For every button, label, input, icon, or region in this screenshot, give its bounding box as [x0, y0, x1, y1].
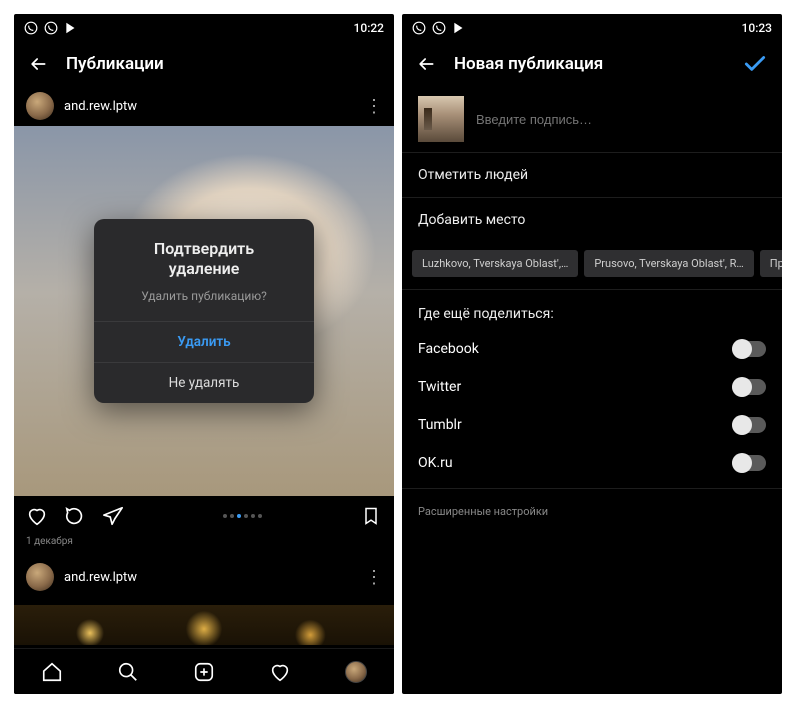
confirm-delete-dialog: Подтвердить удаление Удалить публикацию?… — [94, 219, 314, 403]
caption-row — [402, 86, 782, 153]
toggle-facebook[interactable] — [732, 341, 766, 357]
post-username[interactable]: and.rew.lptw — [64, 570, 355, 585]
dialog-message: Удалить публикацию? — [94, 283, 314, 321]
post-header: and.rew.lptw ⋮ — [14, 557, 394, 597]
share-also-label: Где ещё поделиться: — [402, 290, 782, 330]
toggle-okru[interactable] — [732, 455, 766, 471]
post-header: and.rew.lptw ⋮ — [14, 86, 394, 126]
share-target-label: Twitter — [418, 379, 461, 395]
carousel-dots — [223, 514, 262, 518]
post-more-icon[interactable]: ⋮ — [365, 567, 382, 588]
post-photo[interactable]: Подтвердить удаление Удалить публикацию?… — [14, 126, 394, 496]
share-row-facebook: Facebook — [402, 330, 782, 368]
confirm-check-icon[interactable] — [742, 51, 768, 77]
dialog-backdrop: Подтвердить удаление Удалить публикацию?… — [14, 126, 394, 496]
share-row-okru: OK.ru — [402, 444, 782, 482]
page-title: Новая публикация — [454, 54, 724, 74]
location-suggestions: Luzhkovo, Tverskaya Oblast',… Prusovo, T… — [402, 242, 782, 290]
caption-input[interactable] — [476, 112, 766, 127]
status-bar: 10:23 — [402, 14, 782, 42]
status-time: 10:22 — [354, 21, 384, 35]
play-store-icon — [64, 21, 78, 35]
avatar[interactable] — [26, 563, 54, 591]
post-photo[interactable] — [14, 605, 394, 645]
home-icon[interactable] — [41, 661, 63, 683]
share-target-label: Tumblr — [418, 417, 462, 433]
phone-right: 10:23 Новая публикация Отметить людей До… — [402, 14, 782, 694]
dialog-title: Подтвердить удаление — [94, 219, 314, 283]
viber-icon — [24, 21, 38, 35]
status-bar: 10:22 — [14, 14, 394, 42]
status-time: 10:23 — [742, 21, 772, 35]
app-header: Публикации — [14, 42, 394, 86]
bottom-nav — [14, 648, 394, 694]
share-row-tumblr: Tumblr — [402, 406, 782, 444]
like-icon[interactable] — [26, 505, 48, 527]
profile-avatar-icon[interactable] — [345, 661, 367, 683]
comment-icon[interactable] — [64, 505, 86, 527]
viber-icon — [412, 21, 426, 35]
add-post-icon[interactable] — [193, 661, 215, 683]
app-header: Новая публикация — [402, 42, 782, 86]
page-title: Публикации — [66, 54, 380, 74]
advanced-settings-row[interactable]: Расширенные настройки — [402, 488, 782, 534]
activity-icon[interactable] — [269, 661, 291, 683]
post-action-bar — [14, 496, 394, 536]
share-icon[interactable] — [102, 505, 124, 527]
location-chip[interactable]: Luzhkovo, Tverskaya Oblast',… — [412, 250, 578, 277]
toggle-tumblr[interactable] — [732, 417, 766, 433]
post-more-icon[interactable]: ⋮ — [365, 96, 382, 117]
share-target-label: OK.ru — [418, 455, 453, 471]
share-target-label: Facebook — [418, 341, 479, 357]
share-row-twitter: Twitter — [402, 368, 782, 406]
avatar[interactable] — [26, 92, 54, 120]
post-date: 1 декабря — [14, 536, 394, 547]
bookmark-icon[interactable] — [360, 505, 382, 527]
back-arrow-icon[interactable] — [416, 54, 436, 74]
phone-left: 10:22 Публикации and.rew.lptw ⋮ Подтверд… — [14, 14, 394, 694]
viber-icon — [432, 21, 446, 35]
post-thumbnail[interactable] — [418, 96, 464, 142]
play-store-icon — [452, 21, 466, 35]
dialog-confirm-button[interactable]: Удалить — [94, 321, 314, 362]
viber-icon — [44, 21, 58, 35]
add-location-row[interactable]: Добавить место — [402, 198, 782, 242]
location-chip[interactable]: Prusovo, Tverskaya Oblast', R… — [584, 250, 753, 277]
search-icon[interactable] — [117, 661, 139, 683]
location-chip[interactable]: Прямух… — [760, 250, 782, 277]
toggle-twitter[interactable] — [732, 379, 766, 395]
post-username[interactable]: and.rew.lptw — [64, 99, 355, 114]
tag-people-row[interactable]: Отметить людей — [402, 153, 782, 198]
dialog-cancel-button[interactable]: Не удалять — [94, 362, 314, 403]
back-arrow-icon[interactable] — [28, 54, 48, 74]
